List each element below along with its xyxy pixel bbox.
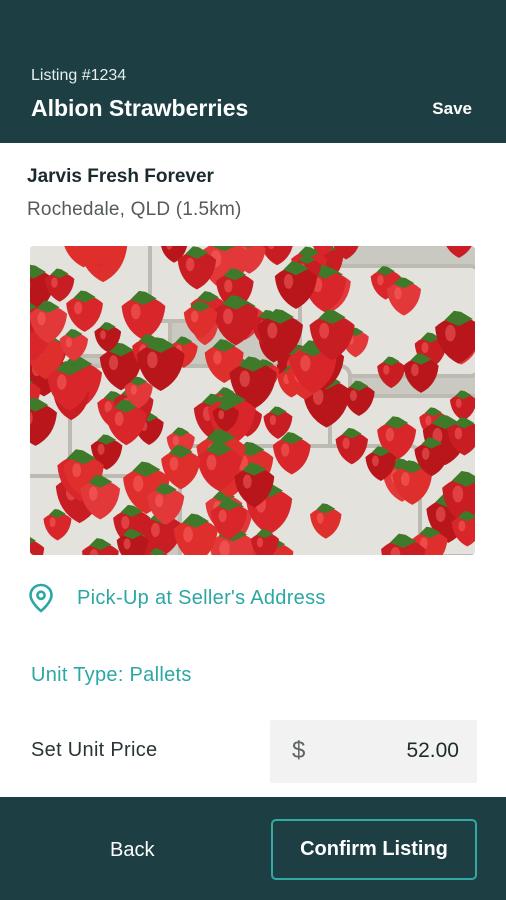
confirm-listing-button[interactable]: Confirm Listing bbox=[271, 819, 477, 880]
listing-number: Listing #1234 bbox=[31, 67, 127, 84]
currency-symbol: $ bbox=[292, 737, 306, 764]
page-title: Albion Strawberries bbox=[31, 95, 249, 121]
footer-bar: Back Confirm Listing bbox=[0, 797, 506, 900]
location-pin-icon bbox=[29, 583, 53, 613]
back-button[interactable]: Back bbox=[110, 839, 154, 862]
pickup-label: Pick-Up at Seller's Address bbox=[77, 586, 326, 609]
save-button[interactable]: Save bbox=[432, 99, 472, 119]
product-photo bbox=[30, 246, 475, 555]
unit-price-value: 52.00 bbox=[406, 739, 459, 762]
unit-type-selector[interactable]: Unit Type: Pallets bbox=[31, 664, 192, 687]
strawberries-photo bbox=[30, 246, 475, 555]
unit-price-label: Set Unit Price bbox=[31, 739, 158, 761]
seller-location: Rochedale, QLD (1.5km) bbox=[27, 199, 242, 220]
unit-price-input[interactable]: $ 52.00 bbox=[270, 720, 477, 783]
app-header: Listing #1234 Albion Strawberries Save bbox=[0, 0, 506, 143]
pickup-option[interactable]: Pick-Up at Seller's Address bbox=[28, 583, 326, 613]
seller-name: Jarvis Fresh Forever bbox=[27, 166, 214, 187]
